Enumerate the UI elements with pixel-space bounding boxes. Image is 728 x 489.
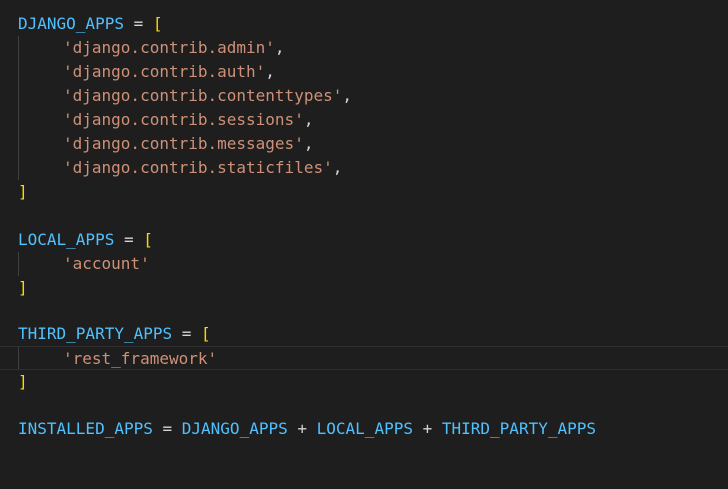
code-line[interactable]: 'django.contrib.staticfiles', — [0, 156, 728, 180]
punctuation: , — [342, 86, 352, 105]
variable-name: DJANGO_APPS — [18, 14, 124, 33]
bracket: [ — [152, 14, 163, 33]
code-line[interactable]: 'django.contrib.sessions', — [0, 108, 728, 132]
code-line[interactable]: INSTALLED_APPS = DJANGO_APPS + LOCAL_APP… — [0, 417, 728, 441]
operator: + — [287, 419, 317, 438]
string-literal: 'account' — [63, 254, 150, 273]
code-line[interactable]: ] — [0, 276, 728, 300]
operator: = — [114, 230, 144, 249]
code-line[interactable]: LOCAL_APPS = [ — [0, 228, 728, 252]
bracket: ] — [18, 278, 28, 297]
code-line[interactable]: 'django.contrib.contenttypes', — [0, 84, 728, 108]
punctuation: , — [303, 110, 314, 129]
code-line[interactable]: 'django.contrib.admin', — [0, 36, 728, 60]
code-line-empty[interactable] — [0, 204, 728, 228]
variable-name: INSTALLED_APPS — [18, 419, 153, 438]
string-literal: 'rest_framework' — [63, 349, 218, 368]
variable-name: LOCAL_APPS — [18, 230, 115, 249]
operator: = — [152, 419, 182, 438]
variable-name: DJANGO_APPS — [181, 419, 288, 438]
code-line[interactable]: ] — [0, 370, 728, 394]
code-line-empty[interactable] — [0, 394, 728, 418]
punctuation: , — [303, 134, 314, 153]
code-line-empty[interactable] — [0, 300, 728, 324]
string-literal: 'django.contrib.admin' — [63, 38, 275, 57]
operator: + — [412, 419, 442, 438]
code-line[interactable]: DJANGO_APPS = [ — [0, 12, 728, 36]
punctuation: , — [274, 38, 285, 57]
bracket: [ — [143, 230, 153, 249]
bracket: [ — [201, 324, 211, 343]
bracket: ] — [18, 182, 28, 201]
string-literal: 'django.contrib.messages' — [63, 134, 304, 153]
code-line[interactable]: THIRD_PARTY_APPS = [ — [0, 322, 728, 346]
string-literal: 'django.contrib.contenttypes' — [63, 86, 343, 105]
string-literal: 'django.contrib.auth' — [63, 62, 266, 81]
string-literal: 'django.contrib.staticfiles' — [63, 158, 333, 177]
code-line[interactable]: ] — [0, 180, 728, 204]
variable-name: THIRD_PARTY_APPS — [441, 419, 596, 438]
punctuation: , — [265, 62, 275, 81]
variable-name: THIRD_PARTY_APPS — [18, 324, 173, 343]
code-line[interactable]: 'django.contrib.auth', — [0, 60, 728, 84]
code-line[interactable]: 'account' — [0, 252, 728, 276]
code-line-current[interactable]: 'rest_framework' — [0, 346, 728, 370]
operator: = — [123, 14, 153, 33]
operator: = — [172, 324, 202, 343]
bracket: ] — [18, 372, 28, 391]
punctuation: , — [332, 158, 343, 177]
variable-name: LOCAL_APPS — [316, 419, 413, 438]
code-line[interactable]: 'django.contrib.messages', — [0, 132, 728, 156]
string-literal: 'django.contrib.sessions' — [63, 110, 304, 129]
code-editor[interactable]: DJANGO_APPS = [ 'django.contrib.admin', … — [0, 0, 728, 460]
